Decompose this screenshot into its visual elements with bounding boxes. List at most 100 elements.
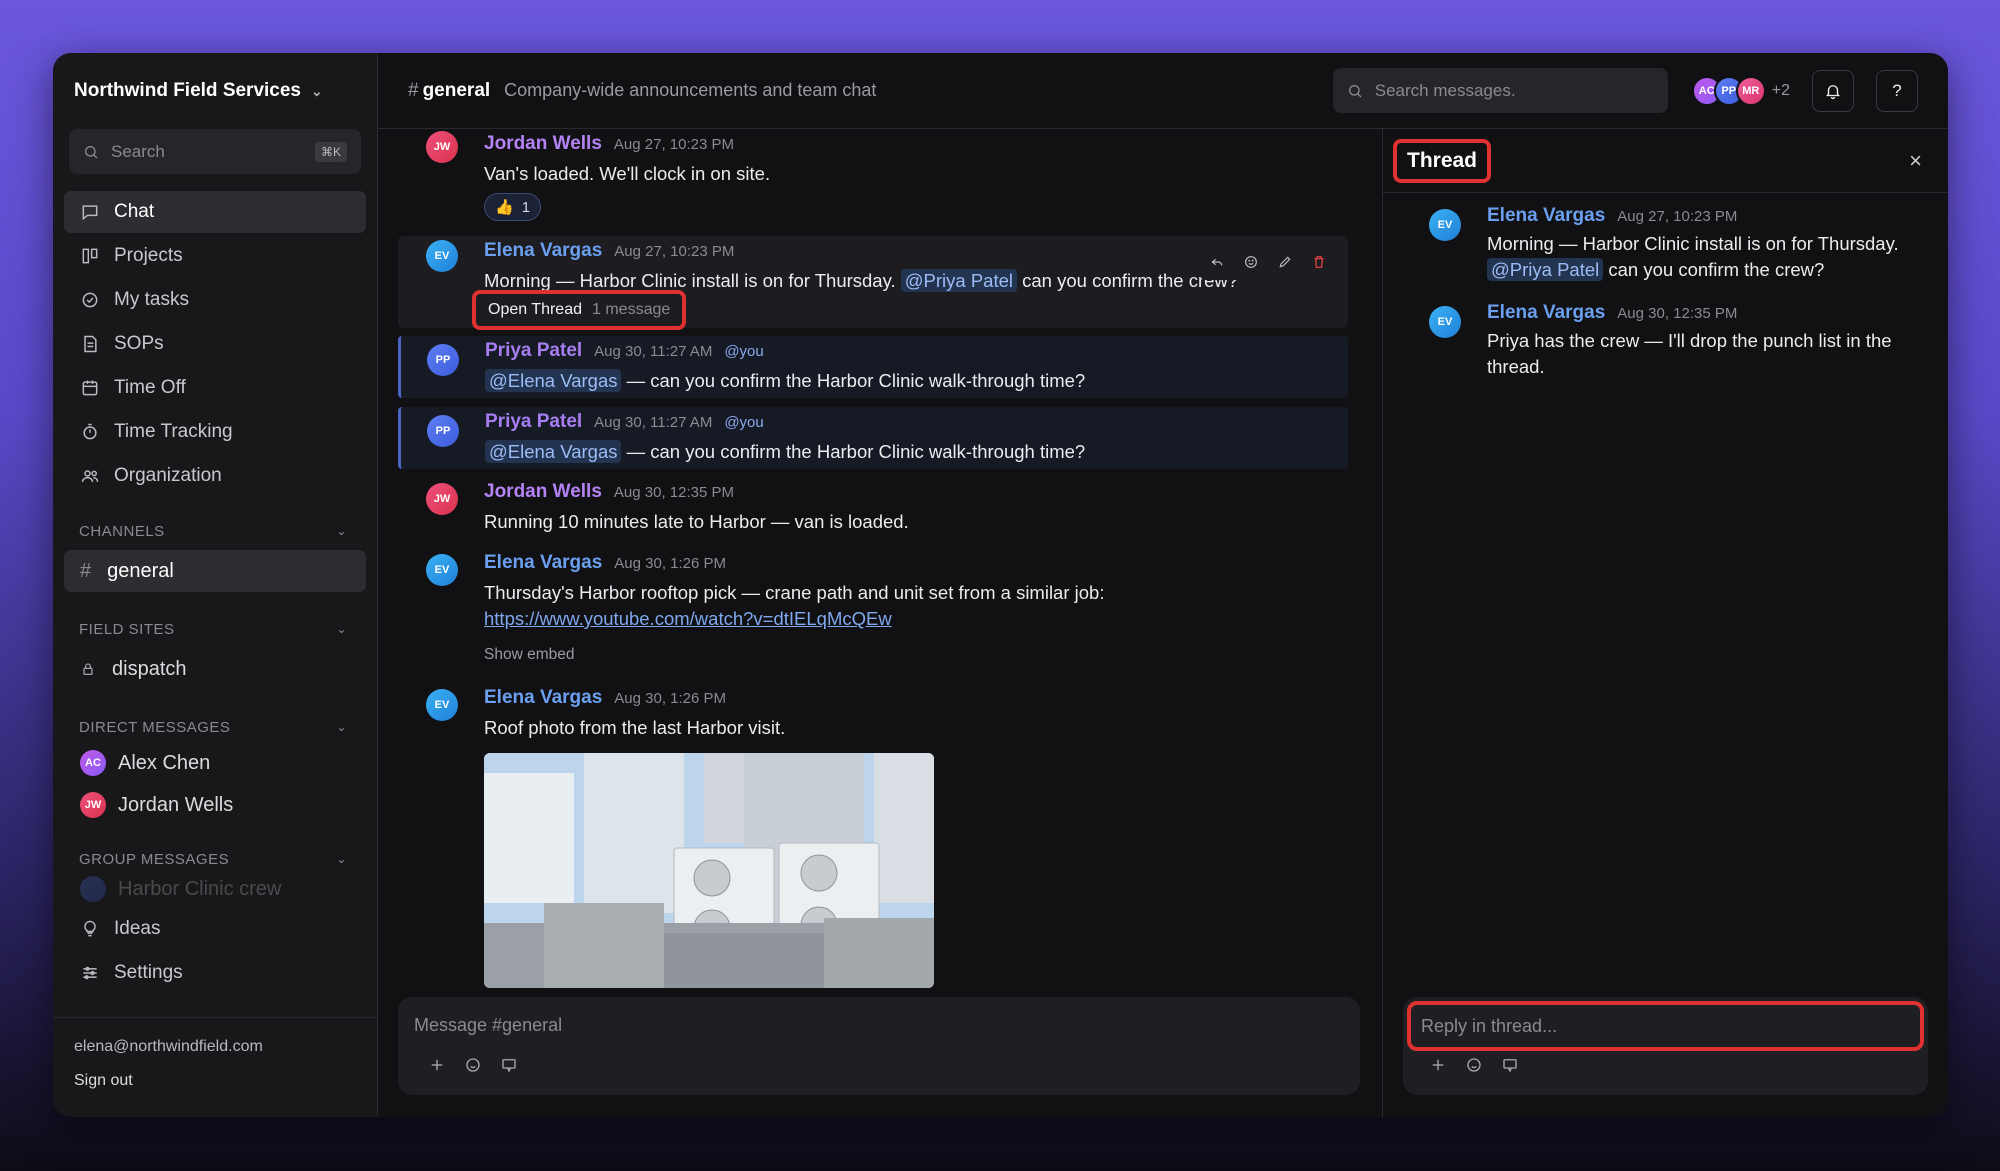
section-label: DIRECT MESSAGES <box>79 718 231 736</box>
nav-chat[interactable]: Chat <box>64 191 366 233</box>
section-label: FIELD SITES <box>79 620 175 638</box>
channel-name: general <box>422 79 491 101</box>
nav-label: Projects <box>114 245 183 266</box>
roof-photo-attachment[interactable] <box>484 753 934 988</box>
user-mention[interactable]: @Priya Patel <box>900 269 1017 292</box>
user-mention[interactable]: @Elena Vargas <box>485 440 622 463</box>
message[interactable]: JW Jordan Wells Aug 30, 12:35 PM Running… <box>398 479 1348 543</box>
chevron-down-icon: ⌄ <box>336 720 347 734</box>
thread-composer: Reply in thread... <box>1403 997 1928 1095</box>
emoji-button[interactable] <box>464 1056 482 1079</box>
gif-button[interactable] <box>500 1056 518 1079</box>
channels-section-header[interactable]: CHANNELS ⌄ <box>53 516 377 546</box>
workspace-switcher[interactable]: Northwind Field Services ⌄ <box>53 53 377 129</box>
avatar: EV <box>1429 306 1461 338</box>
message-author[interactable]: Elena Vargas <box>1487 205 1605 227</box>
message-author[interactable]: Jordan Wells <box>484 481 602 503</box>
group-harbor-clinic-crew[interactable]: Harbor Clinic crew <box>64 874 366 904</box>
thread-message[interactable]: EV Elena Vargas Aug 30, 12:35 PM Priya h… <box>1429 302 1928 382</box>
nav-my-tasks[interactable]: My tasks <box>64 279 366 321</box>
chat-icon <box>82 205 98 221</box>
message-author[interactable]: Elena Vargas <box>1487 302 1605 324</box>
reply-button[interactable] <box>1200 244 1234 280</box>
emoji-button[interactable] <box>1465 1056 1483 1079</box>
avatar <box>80 876 106 902</box>
plus-icon <box>431 1059 443 1071</box>
nav-sops[interactable]: SOPs <box>64 323 366 365</box>
channel-title: # general <box>408 80 490 102</box>
nav-projects[interactable]: Projects <box>64 235 366 277</box>
message-text: Running 10 minutes late to Harbor — van … <box>484 511 909 532</box>
channel-general[interactable]: # general <box>64 550 366 592</box>
message-author[interactable]: Jordan Wells <box>484 133 602 155</box>
youtube-link[interactable]: https://www.youtube.com/watch?v=dtIELqMc… <box>484 608 892 629</box>
user-mention[interactable]: @Priya Patel <box>1487 258 1604 281</box>
user-mention[interactable]: @Elena Vargas <box>485 369 622 392</box>
message-text-part: Morning — Harbor Clinic install is on fo… <box>1487 233 1899 254</box>
attach-button[interactable] <box>1429 1056 1447 1079</box>
thread-message[interactable]: EV Elena Vargas Aug 27, 10:23 PM Morning… <box>1429 205 1928 285</box>
open-thread-label: Open Thread <box>488 301 582 318</box>
field-sites-section-header[interactable]: FIELD SITES ⌄ <box>53 614 377 644</box>
message-actions <box>1200 244 1336 280</box>
search-icon <box>1348 84 1362 97</box>
notifications-button[interactable] <box>1812 69 1854 112</box>
group-section-header[interactable]: GROUP MESSAGES ⌄ <box>53 844 377 874</box>
close-thread-button[interactable]: × <box>1909 148 1922 174</box>
reaction-pill[interactable]: 👍 1 <box>484 193 542 221</box>
message-author[interactable]: Priya Patel <box>485 411 582 433</box>
message-author[interactable]: Elena Vargas <box>484 687 602 709</box>
gif-button[interactable] <box>1501 1056 1519 1079</box>
reply-placeholder: Reply in thread... <box>1421 1015 1558 1036</box>
message-composer[interactable]: Message #general <box>398 997 1360 1095</box>
message[interactable]: EV Elena Vargas Aug 30, 1:26 PM Roof pho… <box>398 685 1348 1005</box>
nav-time-off[interactable]: Time Off <box>64 367 366 409</box>
nav-settings[interactable]: Settings <box>64 952 366 994</box>
trash-icon <box>1314 256 1324 268</box>
attach-button[interactable] <box>428 1056 446 1079</box>
show-embed-button[interactable]: Show embed <box>484 646 1338 664</box>
add-reaction-button[interactable] <box>1234 244 1268 280</box>
message[interactable]: PP Priya Patel Aug 30, 11:27 AM @you @El… <box>398 407 1348 469</box>
message-time: Aug 30, 1:26 PM <box>614 555 727 572</box>
message-input[interactable]: Message #general <box>414 1015 1344 1036</box>
chevron-down-icon: ⌄ <box>336 852 347 866</box>
message-search-placeholder: Search messages. <box>1374 80 1516 100</box>
thread-header: Thread × <box>1383 129 1948 193</box>
message-author[interactable]: Priya Patel <box>485 340 582 362</box>
kanban-icon <box>82 248 98 264</box>
message[interactable]: EV Elena Vargas Aug 30, 1:26 PM Thursday… <box>398 550 1348 680</box>
nav-time-tracking[interactable]: Time Tracking <box>64 411 366 453</box>
plus-icon <box>1432 1059 1444 1071</box>
message-author[interactable]: Elena Vargas <box>484 240 602 262</box>
edit-button[interactable] <box>1268 244 1302 280</box>
avatar: AC <box>80 750 106 776</box>
message-time: Aug 30, 11:27 AM <box>594 343 713 360</box>
document-icon <box>84 335 97 353</box>
message[interactable]: JW Jordan Wells Aug 27, 10:23 PM Van's l… <box>398 129 1348 229</box>
nav-organization[interactable]: Organization <box>64 455 366 497</box>
chevron-down-icon: ⌄ <box>311 82 323 99</box>
channel-dispatch[interactable]: dispatch <box>64 648 366 690</box>
message-time: Aug 30, 12:35 PM <box>1617 305 1738 322</box>
dm-jordan-wells[interactable]: JW Jordan Wells <box>64 784 366 826</box>
sidebar-search-placeholder: Search <box>111 141 165 161</box>
message-list[interactable]: JW Jordan Wells Aug 27, 10:23 PM Van's l… <box>378 129 1382 1117</box>
nav-ideas[interactable]: Ideas <box>64 908 366 950</box>
channel-members[interactable]: AC PP MR +2 <box>1691 75 1790 106</box>
message-search[interactable]: Search messages. <box>1332 68 1668 113</box>
reply-in-thread-input[interactable]: Reply in thread... <box>1407 1001 1924 1051</box>
dm-alex-chen[interactable]: AC Alex Chen <box>64 742 366 784</box>
message-author[interactable]: Elena Vargas <box>484 552 602 574</box>
you-tag: @you <box>724 414 764 431</box>
sidebar-search[interactable]: Search ⌘K <box>69 129 361 174</box>
message-time: Aug 30, 12:35 PM <box>613 484 734 501</box>
message[interactable]: EV Elena Vargas Aug 27, 10:23 PM Morning… <box>398 236 1348 330</box>
message[interactable]: PP Priya Patel Aug 30, 11:27 AM @you @El… <box>398 336 1348 398</box>
open-thread-button[interactable]: Open Thread 1 message <box>472 290 687 330</box>
delete-button[interactable] <box>1302 244 1336 280</box>
thread-reply-count: 1 message <box>592 301 671 318</box>
sign-out-link[interactable]: Sign out <box>74 1072 356 1090</box>
dm-section-header[interactable]: DIRECT MESSAGES ⌄ <box>53 712 377 742</box>
help-button[interactable]: ? <box>1876 69 1918 112</box>
